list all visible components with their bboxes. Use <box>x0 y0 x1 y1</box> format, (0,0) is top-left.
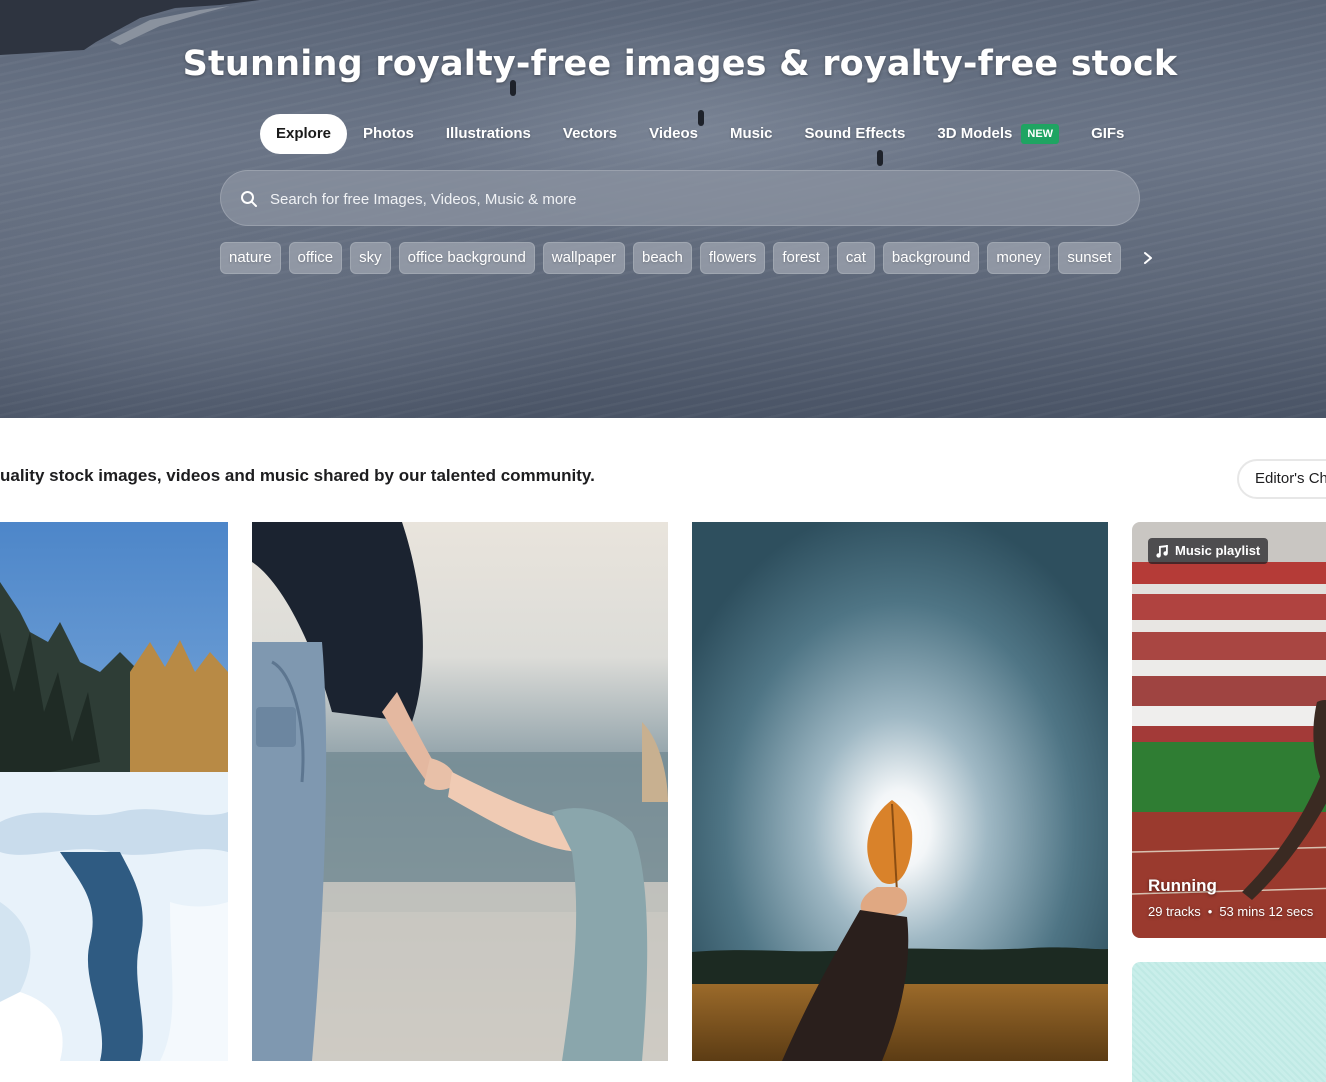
tab-music[interactable]: Music <box>714 114 789 154</box>
tab-photos[interactable]: Photos <box>347 114 430 154</box>
search-chip[interactable]: sky <box>350 242 391 274</box>
meta-separator: • <box>1207 904 1213 919</box>
autumn-leaf-image <box>692 522 1108 1061</box>
search-chip[interactable]: beach <box>633 242 692 274</box>
music-note-icon <box>1156 544 1168 558</box>
editors-choice-button[interactable]: Editor's Ch <box>1237 459 1326 499</box>
tab-vectors[interactable]: Vectors <box>547 114 633 154</box>
hero-banner: Stunning royalty-free images & royalty-f… <box>0 0 1326 418</box>
playlist-title: Running <box>1148 876 1217 895</box>
search-chip[interactable]: office <box>288 242 343 274</box>
tab-label: Music <box>730 125 773 142</box>
music-playlist-badge: Music playlist <box>1148 538 1269 564</box>
search-chip[interactable]: forest <box>773 242 829 274</box>
new-badge: NEW <box>1021 124 1060 144</box>
community-tagline: uality stock images, videos and music sh… <box>0 466 595 485</box>
tab-label: Vectors <box>562 125 618 142</box>
tab-explore[interactable]: Explore <box>260 114 348 154</box>
image-card-autumn-leaf[interactable] <box>692 522 1108 1061</box>
tab-3d-models[interactable]: 3D Models NEW <box>921 114 1075 154</box>
tab-label: Explore <box>276 125 332 142</box>
search-bar <box>220 170 1140 227</box>
chevron-right-icon[interactable] <box>1133 243 1163 273</box>
search-chip[interactable]: sunset <box>1058 242 1121 274</box>
image-card-frozen-river[interactable] <box>0 522 228 1061</box>
playlist-duration: 53 mins 12 secs <box>1219 904 1314 919</box>
hero-title: Stunning royalty-free images & royalty-f… <box>182 44 1178 84</box>
tab-label: Videos <box>649 125 699 142</box>
music-playlist-card[interactable]: Music playlist Running 29 tracks • 53 mins… <box>1132 522 1326 938</box>
tab-illustrations[interactable]: Illustrations <box>430 114 547 154</box>
badge-label: Music playlist <box>1175 543 1261 558</box>
popular-searches: nature office sky office background wall… <box>220 242 1163 274</box>
tab-label: Sound Effects <box>804 125 906 142</box>
tab-sound-effects[interactable]: Sound Effects <box>789 114 922 154</box>
search-chip[interactable]: money <box>987 242 1051 274</box>
tab-label: 3D Models <box>937 125 1013 142</box>
frozen-river-image <box>0 522 228 1061</box>
image-card-mint-pattern[interactable] <box>1132 962 1326 1082</box>
tab-label: GIFs <box>1091 125 1125 142</box>
tab-videos[interactable]: Videos <box>633 114 714 154</box>
tab-gifs[interactable]: GIFs <box>1075 114 1140 154</box>
track-count: 29 tracks <box>1148 904 1201 919</box>
search-chip[interactable]: flowers <box>699 242 766 274</box>
search-input[interactable] <box>268 171 1112 227</box>
tab-label: Photos <box>363 125 414 142</box>
playlist-meta: 29 tracks • 53 mins 12 secs <box>1148 904 1313 919</box>
search-chip[interactable]: nature <box>220 242 281 274</box>
image-card-holding-hands[interactable] <box>252 522 668 1061</box>
search-chip[interactable]: wallpaper <box>542 242 625 274</box>
tab-label: Illustrations <box>445 125 531 142</box>
search-icon[interactable] <box>240 190 258 208</box>
search-chip[interactable]: background <box>882 242 980 274</box>
search-chip[interactable]: cat <box>836 242 875 274</box>
search-chip[interactable]: office background <box>398 242 535 274</box>
holding-hands-image <box>252 522 668 1061</box>
media-type-tabs: Explore Photos Illustrations Vectors Vid… <box>260 114 1140 154</box>
